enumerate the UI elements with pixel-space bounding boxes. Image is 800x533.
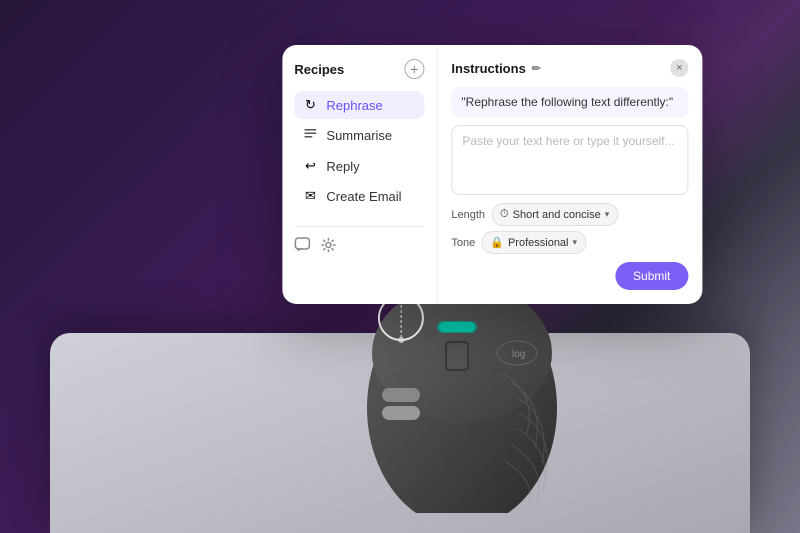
tone-value: Professional (508, 237, 569, 249)
tone-row: Tone 🔒 Professional ▾ (451, 231, 688, 254)
submit-button[interactable]: Submit (615, 262, 688, 290)
close-button[interactable]: × (670, 59, 688, 77)
recipe-label-rephrase: Rephrase (326, 98, 382, 113)
recipe-label-create-email: Create Email (326, 189, 401, 204)
rephrase-icon: ↻ (302, 97, 318, 113)
edit-icon[interactable]: ✏ (532, 62, 541, 75)
popup-container: Recipes + ↻ Rephrase Summarise ↩ Reply ✉ (282, 45, 702, 304)
recipes-header: Recipes + (294, 59, 424, 79)
tone-pill[interactable]: 🔒 Professional ▾ (481, 231, 586, 254)
length-row: Length ⏱ Short and concise ▾ (451, 203, 688, 226)
recipes-title: Recipes (294, 62, 344, 77)
svg-text:log: log (512, 349, 525, 360)
recipe-item-rephrase[interactable]: ↻ Rephrase (294, 91, 424, 119)
settings-icon[interactable] (320, 237, 336, 257)
length-clock-icon: ⏱ (500, 208, 509, 221)
add-recipe-button[interactable]: + (404, 59, 424, 79)
instructions-title-text: Instructions (451, 61, 525, 76)
instructions-header: Instructions ✏ × (451, 59, 688, 77)
tone-label: Tone (451, 237, 475, 249)
recipe-item-reply[interactable]: ↩ Reply (294, 152, 424, 180)
text-area[interactable]: Paste your text here or type it yourself… (451, 125, 688, 195)
tone-lock-icon: 🔒 (490, 236, 504, 249)
chat-icon[interactable] (294, 237, 310, 257)
tone-chevron-icon: ▾ (573, 237, 578, 248)
recipe-label-reply: Reply (326, 159, 359, 174)
summarise-icon (302, 127, 318, 144)
recipe-label-summarise: Summarise (326, 128, 392, 143)
create-email-icon: ✉ (302, 188, 318, 204)
length-pill[interactable]: ⏱ Short and concise ▾ (491, 203, 618, 226)
textarea-placeholder: Paste your text here or type it yourself… (462, 134, 674, 148)
length-value: Short and concise (513, 209, 601, 221)
recipes-panel: Recipes + ↻ Rephrase Summarise ↩ Reply ✉ (282, 45, 437, 304)
instructions-title: Instructions ✏ (451, 61, 541, 76)
length-label: Length (451, 209, 485, 221)
reply-icon: ↩ (302, 158, 318, 174)
recipe-item-summarise[interactable]: Summarise (294, 121, 424, 150)
recipe-item-create-email[interactable]: ✉ Create Email (294, 182, 424, 210)
instruction-prompt: "Rephrase the following text differently… (451, 87, 688, 117)
length-chevron-icon: ▾ (605, 209, 610, 220)
instructions-panel: Instructions ✏ × "Rephrase the following… (437, 45, 702, 304)
recipes-footer (294, 226, 424, 257)
